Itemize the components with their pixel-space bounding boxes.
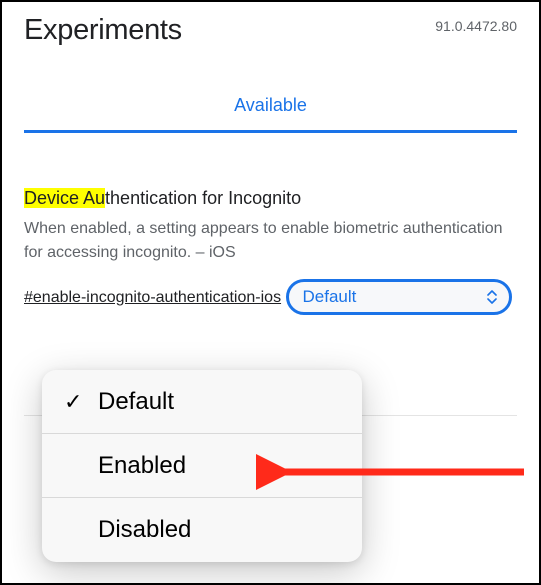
flag-title-highlight: Device Au xyxy=(24,188,105,208)
dropdown-item-enabled[interactable]: Enabled xyxy=(42,434,362,498)
flag-title: Device Authentication for Incognito xyxy=(24,187,517,210)
dropdown-item-label: Enabled xyxy=(98,452,186,480)
flag-hash-link[interactable]: #enable-incognito-authentication-ios xyxy=(24,289,281,307)
dropdown-item-disabled[interactable]: Disabled xyxy=(42,498,362,562)
flag-description: When enabled, a setting appears to enabl… xyxy=(24,217,517,263)
flag-content: Device Authentication for Incognito When… xyxy=(2,133,539,315)
chevron-updown-icon xyxy=(485,288,499,306)
dropdown-item-label: Disabled xyxy=(98,516,191,544)
dropdown-menu: ✓ Default Enabled Disabled xyxy=(42,370,362,562)
version-label: 91.0.4472.80 xyxy=(435,18,517,34)
check-icon: ✓ xyxy=(64,389,94,415)
dropdown-item-label: Default xyxy=(98,388,174,416)
tabs-bar: Available xyxy=(2,95,539,133)
flag-title-rest: thentication for Incognito xyxy=(105,188,301,208)
header: Experiments 91.0.4472.80 xyxy=(2,2,539,47)
dropdown-item-default[interactable]: ✓ Default xyxy=(42,370,362,434)
page-title: Experiments xyxy=(24,14,182,47)
tab-available[interactable]: Available xyxy=(24,95,517,133)
flag-select[interactable]: Default xyxy=(286,279,512,315)
flag-select-value: Default xyxy=(303,287,357,307)
